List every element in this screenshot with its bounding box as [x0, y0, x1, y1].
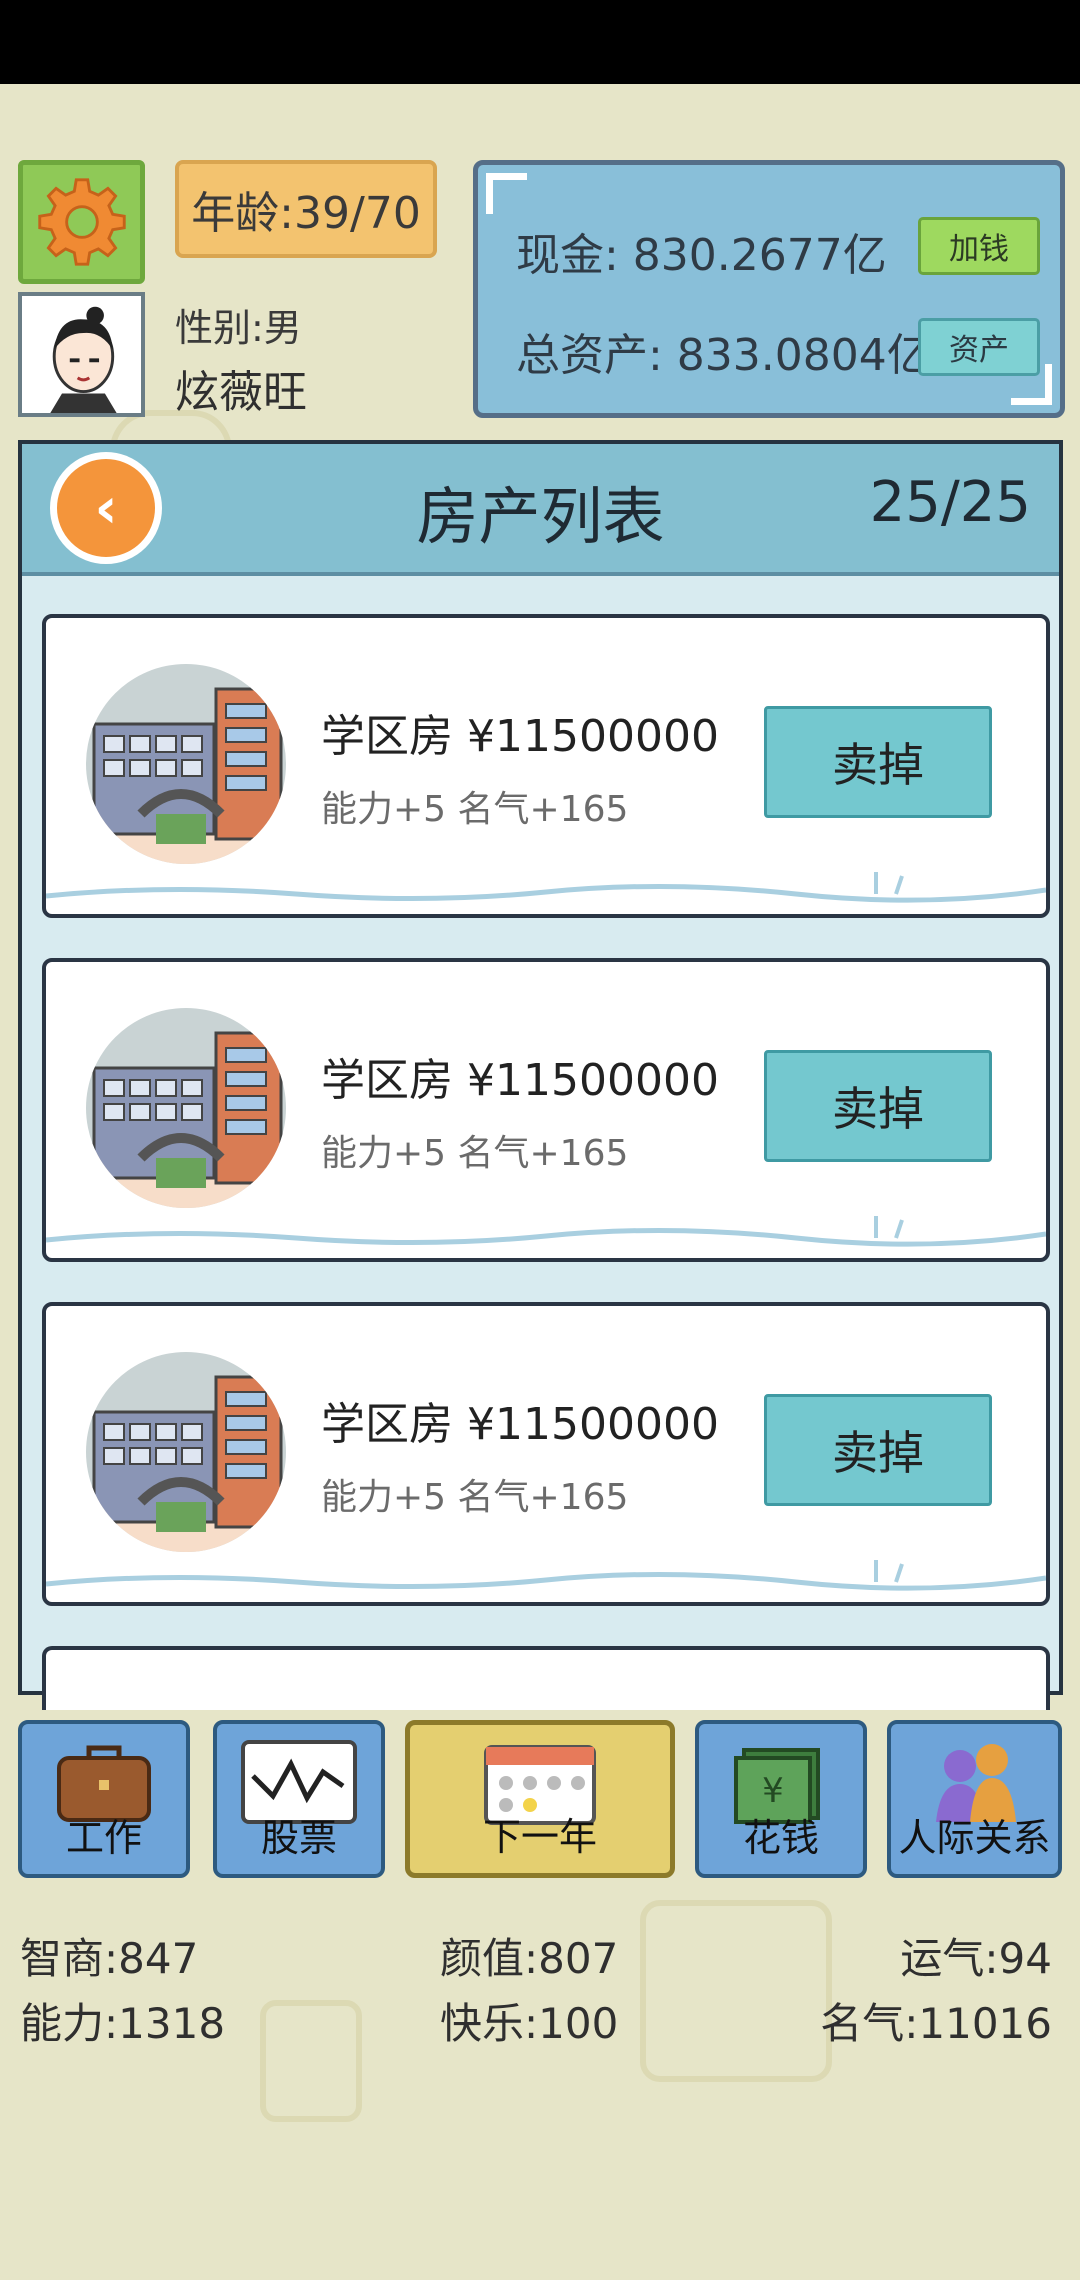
nav-stocks-button[interactable]: 股票: [213, 1720, 385, 1878]
add-money-button[interactable]: 加钱: [918, 217, 1040, 275]
avatar[interactable]: [18, 292, 145, 417]
sell-button[interactable]: 卖掉: [764, 706, 992, 818]
wave-decoration: [46, 1560, 1046, 1591]
gear-icon: [37, 178, 126, 266]
iq-stat: 智商:847: [20, 1934, 199, 1983]
luck-stat: 运气:94: [900, 1934, 1052, 1983]
nav-work-button[interactable]: 工作: [18, 1720, 190, 1878]
property-name: 学区房 ¥11500000: [321, 1055, 719, 1106]
nav-label: 股票: [260, 1816, 337, 1860]
background-doodle: [260, 2000, 362, 2122]
character-portrait-icon: [50, 306, 117, 413]
nav-label: 工作: [65, 1816, 142, 1860]
frame-corner: [486, 173, 527, 214]
age-badge: 年龄:39/70: [175, 160, 437, 258]
gender-label: 性别:男: [175, 306, 302, 350]
list-header: ‹ 房产列表 25/25: [22, 444, 1059, 576]
property-stats: 能力+5 名气+165: [321, 1477, 629, 1518]
total-assets-value: 总资产: 833.0804亿: [516, 330, 931, 381]
sell-button[interactable]: 卖掉: [764, 1050, 992, 1162]
school-district-house-icon: [86, 664, 286, 864]
ability-stat: 能力:1318: [20, 1999, 226, 2048]
settings-button[interactable]: [18, 160, 145, 284]
nav-label: 下一年: [482, 1815, 597, 1859]
school-district-house-icon: [86, 1008, 286, 1208]
property-card: 学区房 ¥11500000 能力+5 名气+165 卖掉: [42, 1302, 1050, 1606]
money-panel: 现金: 830.2677亿 总资产: 833.0804亿 加钱 资产: [473, 160, 1065, 418]
player-name: 炫薇旺: [175, 367, 307, 418]
property-count: 25/25: [869, 470, 1031, 535]
nav-spend-button[interactable]: ¥ 花钱: [695, 1720, 867, 1878]
cash-value: 现金: 830.2677亿: [516, 230, 887, 281]
property-name: 学区房 ¥11500000: [321, 1399, 719, 1450]
wave-decoration: [46, 872, 1046, 903]
property-card: 学区房 ¥11500000 能力+5 名气+165 卖掉: [42, 614, 1050, 918]
nav-label: 花钱: [742, 1816, 819, 1860]
nav-label: 人际关系: [898, 1816, 1051, 1860]
sell-button[interactable]: 卖掉: [764, 1394, 992, 1506]
property-stats: 能力+5 名气+165: [321, 789, 629, 830]
status-bar: [0, 0, 1080, 84]
looks-stat: 颜值:807: [440, 1934, 619, 1983]
assets-button[interactable]: 资产: [918, 318, 1040, 376]
happiness-stat: 快乐:100: [440, 1999, 619, 2048]
property-name: 学区房 ¥11500000: [321, 711, 719, 762]
svg-text:¥: ¥: [762, 1771, 784, 1811]
nav-relationships-button[interactable]: 人际关系: [887, 1720, 1062, 1878]
school-district-house-icon: [86, 1352, 286, 1552]
fame-stat: 名气:11016: [820, 1999, 1052, 2048]
property-stats: 能力+5 名气+165: [321, 1133, 629, 1174]
property-list-panel: ‹ 房产列表 25/25 学区房 ¥11500000 能力+5 名气+165 卖…: [18, 440, 1063, 1710]
wave-decoration: [46, 1216, 1046, 1247]
background-doodle: [640, 1900, 832, 2082]
property-card-partial: [42, 1646, 1050, 1710]
next-year-button[interactable]: 下一年: [405, 1720, 675, 1878]
property-card: 学区房 ¥11500000 能力+5 名气+165 卖掉: [42, 958, 1050, 1262]
